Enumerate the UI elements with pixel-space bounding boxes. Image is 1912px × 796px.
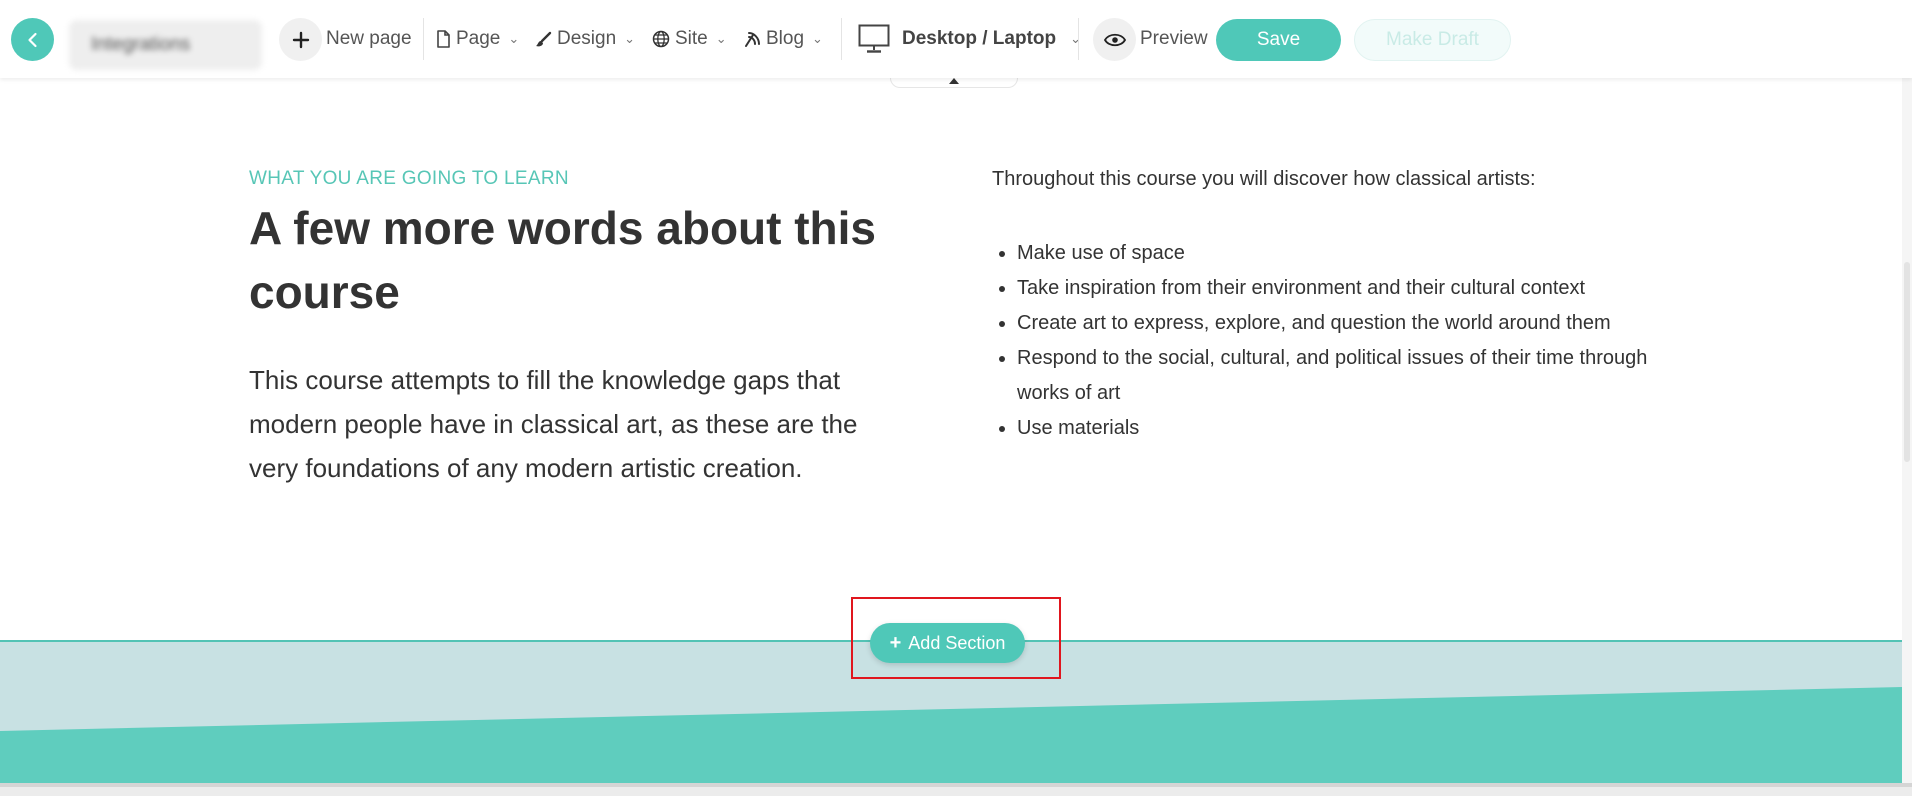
editor-toolbar: Integrations New page Page ⌄ Design ⌄ Si…: [0, 0, 1912, 78]
list-item: Take inspiration from their environment …: [1017, 271, 1657, 306]
back-button[interactable]: [11, 18, 54, 61]
chevron-down-icon: ⌄: [812, 31, 823, 46]
blog-menu-label: Blog: [766, 28, 805, 49]
preview-button[interactable]: [1093, 18, 1136, 61]
toolbar-divider: [423, 18, 424, 60]
window-bottom-edge: [0, 783, 1912, 796]
bullets-intro: Throughout this course you will discover…: [992, 168, 1536, 190]
device-selector[interactable]: Desktop / Laptop ⌄: [858, 0, 1081, 78]
design-menu[interactable]: Design ⌄: [535, 0, 635, 78]
chevron-down-icon: ⌄: [1070, 31, 1082, 46]
list-item: Respond to the social, cultural, and pol…: [1017, 341, 1657, 411]
learning-bullets-list: Make use of space Take inspiration from …: [1017, 236, 1657, 446]
toolbar-divider: [1078, 18, 1079, 60]
plus-icon: [292, 31, 309, 48]
globe-icon: [652, 30, 670, 48]
eye-icon: [1103, 33, 1126, 46]
rss-icon: [745, 31, 760, 47]
section-body-text: This course attempts to fill the knowled…: [249, 365, 858, 483]
blog-menu[interactable]: Blog ⌄: [744, 0, 823, 78]
chevron-down-icon: ⌄: [508, 31, 520, 46]
page-icon: [437, 30, 450, 48]
caret-up-icon: [949, 77, 959, 84]
page-menu[interactable]: Page ⌄: [436, 0, 519, 78]
save-button[interactable]: Save: [1216, 19, 1341, 61]
site-name-text: Integrations: [91, 34, 191, 55]
new-page-label[interactable]: New page: [326, 28, 412, 50]
section-headline: A few more words about this course: [249, 202, 877, 318]
device-label: Desktop / Laptop: [902, 28, 1057, 49]
monitor-icon: [858, 24, 890, 53]
new-page-button[interactable]: [279, 18, 322, 61]
toolbar-divider: [841, 18, 842, 60]
site-menu[interactable]: Site ⌄: [652, 0, 727, 78]
scrollbar-thumb[interactable]: [1904, 262, 1910, 462]
preview-label[interactable]: Preview: [1140, 28, 1208, 50]
list-item: Make use of space: [1017, 236, 1657, 271]
section-eyebrow: WHAT YOU ARE GOING TO LEARN: [249, 168, 569, 189]
site-menu-label: Site: [675, 28, 708, 49]
chevron-down-icon: ⌄: [624, 31, 636, 46]
design-menu-label: Design: [557, 28, 617, 49]
list-item: Use materials: [1017, 411, 1657, 446]
highlight-annotation: [851, 597, 1061, 679]
chevron-down-icon: ⌄: [715, 31, 727, 46]
make-draft-button[interactable]: Make Draft: [1354, 19, 1511, 61]
site-name-field[interactable]: Integrations: [69, 20, 262, 70]
chevron-left-icon: [27, 32, 37, 47]
list-item: Create art to express, explore, and ques…: [1017, 306, 1657, 341]
brush-icon: [536, 31, 552, 46]
page-menu-label: Page: [456, 28, 501, 49]
